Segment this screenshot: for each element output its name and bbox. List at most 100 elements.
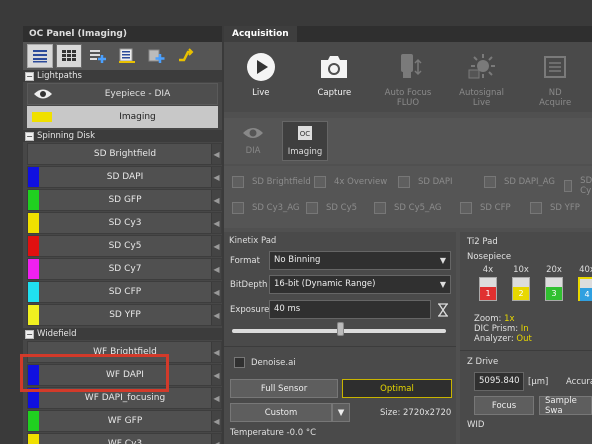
- edit-list-icon[interactable]: [114, 44, 140, 68]
- oc-preset-button[interactable]: SD Cy5_AG: [374, 202, 442, 214]
- custom-button[interactable]: Custom: [230, 403, 332, 422]
- channel-label: SD CFP: [108, 287, 142, 297]
- chevron-left-icon[interactable]: ◀: [211, 365, 221, 385]
- oc-preset-button[interactable]: 4x Overview: [314, 176, 387, 188]
- temperature-readout: Temperature -0.0 °C: [230, 428, 317, 438]
- lightpath-eyepiece[interactable]: Eyepiece - DIA: [27, 83, 218, 105]
- oc-preset-button[interactable]: SD DAPI: [398, 176, 453, 188]
- objective-icon: 2: [512, 277, 530, 301]
- oc-preset-button[interactable]: SD Cy3_AG: [232, 202, 300, 214]
- list-view-icon[interactable]: [27, 44, 53, 68]
- mode-row: DIA OC Imaging: [224, 118, 592, 164]
- nosepiece-label: Nosepiece: [467, 252, 512, 262]
- sd-channel-row[interactable]: SD Cy7 ◀: [27, 258, 222, 280]
- autofocus-button[interactable]: Auto Focus FLUO: [371, 50, 445, 112]
- chevron-left-icon[interactable]: ◀: [211, 144, 221, 164]
- chevron-down-icon: ▼: [439, 280, 446, 289]
- kinetix-title: Kinetix Pad: [229, 236, 277, 246]
- exposure-slider-thumb[interactable]: [337, 322, 344, 336]
- focus-button[interactable]: Focus: [474, 396, 534, 415]
- oc-preset-button[interactable]: SD CFP: [460, 202, 511, 214]
- exposure-input[interactable]: 40 ms: [269, 300, 431, 319]
- widefield-header[interactable]: − Widefield: [23, 328, 222, 340]
- sd-channel-row[interactable]: SD Cy5 ◀: [27, 235, 222, 257]
- chevron-left-icon[interactable]: ◀: [211, 342, 221, 362]
- lightpaths-header[interactable]: − Lightpaths: [23, 70, 222, 82]
- chevron-left-icon[interactable]: ◀: [211, 434, 221, 444]
- sd-channel-row[interactable]: SD DAPI ◀: [27, 166, 222, 188]
- eye-icon: [242, 126, 264, 143]
- lightpath-imaging[interactable]: Imaging: [27, 106, 218, 128]
- bitdepth-label: BitDepth: [230, 280, 268, 290]
- format-select[interactable]: No Binning ▼: [269, 251, 451, 270]
- oc-preset-button[interactable]: SD Cy5: [306, 202, 357, 214]
- chevron-left-icon[interactable]: ◀: [211, 305, 221, 325]
- sample-swap-button[interactable]: Sample Swa: [539, 396, 592, 416]
- autosignal-button[interactable]: Autosignal Live: [445, 50, 519, 112]
- capture-button[interactable]: Capture: [298, 50, 372, 112]
- chevron-left-icon[interactable]: ◀: [211, 190, 221, 210]
- objective-4x-button[interactable]: 4x 1: [473, 265, 503, 301]
- grid-view-icon[interactable]: [56, 44, 82, 68]
- mode-imaging-button[interactable]: OC Imaging: [282, 121, 328, 161]
- objective-icon: 1: [479, 277, 497, 301]
- sd-channel-row[interactable]: SD GFP ◀: [27, 189, 222, 211]
- lightpath-label: Imaging: [119, 112, 156, 122]
- channel-label: SD GFP: [108, 195, 142, 205]
- oc-preset-button[interactable]: SD YFP: [530, 202, 580, 214]
- chevron-left-icon[interactable]: ◀: [211, 236, 221, 256]
- hourglass-icon[interactable]: [434, 301, 452, 318]
- chevron-left-icon[interactable]: ◀: [211, 388, 221, 408]
- channel-color-swatch: [28, 305, 39, 325]
- denoise-checkbox[interactable]: [234, 357, 245, 368]
- spinning-disk-header[interactable]: − Spinning Disk: [23, 130, 222, 142]
- eye-icon: [28, 84, 58, 104]
- live-button[interactable]: Live: [224, 50, 298, 112]
- objective-mag-label: 40x: [579, 265, 592, 275]
- objective-mag-label: 10x: [513, 265, 529, 275]
- z-position-input[interactable]: 5095.840: [474, 372, 524, 391]
- full-sensor-button[interactable]: Full Sensor: [230, 379, 338, 398]
- chevron-left-icon[interactable]: ◀: [211, 213, 221, 233]
- channel-label: SD DAPI: [106, 172, 144, 182]
- sd-channel-row[interactable]: SD YFP ◀: [27, 304, 222, 326]
- collapse-icon[interactable]: −: [25, 131, 34, 141]
- add-channel-icon[interactable]: [143, 44, 169, 68]
- custom-dropdown-button[interactable]: ▼: [332, 403, 350, 422]
- preset-icon: [398, 176, 410, 188]
- collapse-icon[interactable]: −: [25, 329, 34, 339]
- sd-channel-row[interactable]: SD CFP ◀: [27, 281, 222, 303]
- preset-icon: [484, 176, 496, 188]
- flip-icon[interactable]: [172, 44, 198, 68]
- z-unit: [µm]: [528, 377, 549, 387]
- autofocus-icon: [393, 50, 423, 84]
- objective-20x-button[interactable]: 20x 3: [539, 265, 569, 301]
- preset-label: 4x Overview: [334, 177, 388, 187]
- wf-channel-row[interactable]: WF GFP ◀: [27, 410, 222, 432]
- objective-40x-button[interactable]: 40x 4: [572, 265, 592, 301]
- bitdepth-select[interactable]: 16-bit (Dynamic Range) ▼: [269, 275, 451, 294]
- sd-channel-row[interactable]: SD Brightfield ◀: [27, 143, 222, 165]
- oc-preset-button[interactable]: SD Brightfield: [232, 176, 311, 188]
- spinning-disk-list: SD Brightfield ◀ SD DAPI ◀ SD GFP ◀ SD Cy3 ◀ SD …: [23, 143, 222, 326]
- wf-channel-row[interactable]: WF Cy3 ◀: [27, 433, 222, 444]
- channel-color-swatch: [28, 167, 39, 187]
- highlight-annotation: [20, 354, 169, 392]
- chevron-left-icon[interactable]: ◀: [211, 282, 221, 302]
- chevron-left-icon[interactable]: ◀: [211, 411, 221, 431]
- chevron-left-icon[interactable]: ◀: [211, 259, 221, 279]
- chevron-left-icon[interactable]: ◀: [211, 167, 221, 187]
- sd-channel-row[interactable]: SD Cy3 ◀: [27, 212, 222, 234]
- channel-color-swatch: [28, 213, 39, 233]
- objective-mag-label: 4x: [482, 265, 494, 275]
- collapse-icon[interactable]: −: [25, 71, 34, 81]
- tab-acquisition[interactable]: Acquisition: [224, 26, 297, 42]
- nd-acquire-button[interactable]: ND Acquire: [518, 50, 592, 112]
- channel-color-swatch: [28, 411, 39, 431]
- oc-preset-button[interactable]: SD Cy: [564, 176, 592, 196]
- oc-preset-button[interactable]: SD DAPI_AG: [484, 176, 555, 188]
- optimal-button[interactable]: Optimal: [342, 379, 452, 398]
- mode-dia-button[interactable]: DIA: [230, 121, 276, 161]
- add-list-icon[interactable]: [85, 44, 111, 68]
- objective-10x-button[interactable]: 10x 2: [506, 265, 536, 301]
